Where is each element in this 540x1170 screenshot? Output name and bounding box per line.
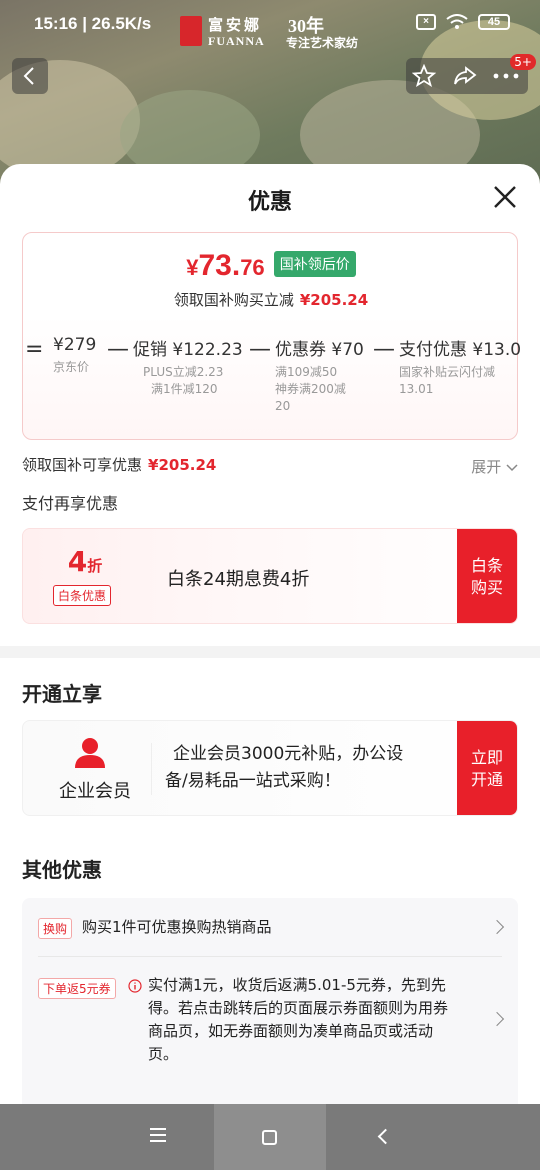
chevron-down-icon — [506, 464, 518, 472]
offer-tag: 下单返5元券 — [38, 978, 116, 999]
list-item[interactable]: 换购 购买1件可优惠换购热销商品 — [22, 916, 518, 956]
breakdown-note: 京东价 — [53, 360, 90, 374]
info-icon[interactable] — [128, 979, 142, 993]
chevron-right-icon — [489, 919, 505, 935]
section-divider — [0, 646, 540, 658]
breakdown-value: ¥279 — [53, 335, 97, 355]
breakdown-note: 13.01 — [399, 382, 434, 396]
price-card: ¥73.76 国补领后价 领取国补购买立减 ¥205.24 = ¥279 京东价 … — [22, 232, 521, 440]
subsidy-summary: 领取国补可享优惠 ¥205.24 — [22, 454, 216, 475]
chevron-right-icon — [489, 1011, 505, 1027]
enterprise-member-label: 企业会员 — [59, 781, 131, 802]
share-icon[interactable] — [452, 64, 478, 88]
expand-label: 展开 — [471, 458, 502, 476]
status-bar: 15:16 | 26.5K/s 富安娜 FUANNA 30年 专注艺术家纺 × … — [0, 0, 540, 50]
brand-name-cn: 富安娜 — [208, 17, 263, 34]
back-icon[interactable] — [377, 1128, 394, 1145]
expand-button[interactable]: 展开 — [471, 456, 518, 477]
price-breakdown: = ¥279 京东价 — 促销 ¥122.23 PLUS立减2.23 满1件减1… — [23, 333, 521, 433]
breakdown-value: 促销 ¥122.23 — [133, 340, 243, 360]
chevron-left-icon — [23, 67, 34, 85]
equals-sign: = — [25, 337, 44, 362]
breakdown-note: 神券满200减 — [275, 382, 346, 396]
battery-icon: 45 — [478, 14, 510, 30]
sim-off-icon: × — [416, 14, 436, 30]
status-time: 15:16 | 26.5K/s — [34, 14, 152, 33]
vertical-divider — [151, 743, 152, 795]
breakdown-value: 支付优惠 ¥13.0 — [399, 340, 522, 360]
other-section-title: 其他优惠 — [22, 858, 102, 882]
breakdown-note: 满1件减120 — [151, 382, 218, 396]
baitiao-buy-button[interactable]: 白条 购买 — [457, 529, 517, 623]
final-price-row: ¥73.76 国补领后价 — [23, 249, 519, 283]
open-now-button[interactable]: 立即 开通 — [457, 721, 517, 815]
baitiao-badge: 白条优惠 — [53, 585, 112, 606]
summary-amount: ¥205.24 — [148, 456, 217, 474]
pay-section-title: 支付再享优惠 — [22, 494, 119, 513]
back-button[interactable] — [12, 58, 48, 94]
subsidy-amount: ¥205.24 — [299, 291, 369, 309]
breakdown-item: 优惠券 ¥70 满109减50 神券满200减 20 — [275, 335, 364, 415]
enterprise-member-card: 企业会员 企业会员3000元补贴，办公设 备/易耗品一站式采购！ 立即 开通 — [22, 720, 518, 816]
breakdown-note: PLUS立减2.23 — [143, 365, 224, 379]
subsidy-row: 领取国补购买立减 ¥205.24 — [23, 289, 519, 310]
baitiao-discount: 4折 — [67, 545, 103, 578]
subsidy-text: 领取国补购买立减 — [173, 291, 294, 309]
list-item[interactable]: 下单返5元券 实付满1元，收货后返满5.01-5元券，先到先 得。若点击跳转后的… — [22, 974, 518, 1084]
system-nav-bar — [0, 1104, 540, 1170]
summary-text: 领取国补可享优惠 — [22, 456, 143, 474]
status-icons: × 45 — [416, 14, 510, 30]
breakdown-note: 20 — [275, 399, 291, 413]
item-divider — [38, 956, 502, 957]
brand-mark-icon — [180, 16, 202, 46]
breakdown-item: ¥279 京东价 — [53, 335, 96, 376]
sheet-title: 优惠 — [247, 190, 292, 215]
enterprise-member-text: 企业会员3000元补贴，办公设 备/易耗品一站式采购！ — [165, 744, 404, 791]
menu-icon[interactable] — [150, 1128, 166, 1142]
price-tag: 国补领后价 — [273, 251, 356, 277]
brand-name-en: FUANNA — [208, 34, 265, 48]
minus-sign: — — [107, 337, 129, 362]
offer-tag: 换购 — [38, 918, 73, 939]
baitiao-offer-card: 4折 白条优惠 白条24期息费4折 白条 购买 — [22, 528, 518, 624]
open-section-title: 开通立享 — [22, 682, 102, 706]
breakdown-value: 优惠券 ¥70 — [275, 340, 364, 360]
star-icon[interactable] — [412, 64, 436, 88]
minus-sign: — — [373, 337, 395, 362]
message-badge: 5+ — [510, 54, 536, 70]
wifi-icon — [446, 14, 468, 29]
brand-logo: 富安娜 FUANNA 30年 专注艺术家纺 — [180, 14, 360, 50]
breakdown-note: 满109减50 — [275, 365, 338, 379]
breakdown-item: 促销 ¥122.23 PLUS立减2.23 满1件减120 — [133, 335, 243, 398]
baitiao-text: 白条24期息费4折 — [167, 569, 310, 590]
close-icon[interactable] — [492, 184, 518, 210]
brand-slogan: 专注艺术家纺 — [286, 36, 359, 50]
discount-sheet: 优惠 ¥73.76 国补领后价 领取国补购买立减 ¥205.24 = ¥279 京… — [0, 164, 540, 1170]
offer-text: 实付满1元，收货后返满5.01-5元券，先到先 得。若点击跳转后的页面展示券面额… — [148, 976, 449, 1063]
minus-sign: — — [249, 337, 271, 362]
breakdown-note: 国家补贴云闪付减 — [399, 365, 496, 379]
breakdown-item: 支付优惠 ¥13.0 国家补贴云闪付减 13.01 — [399, 335, 521, 398]
offer-text: 购买1件可优惠换购热销商品 — [82, 918, 272, 936]
user-icon — [75, 738, 105, 768]
home-icon[interactable] — [262, 1130, 277, 1145]
final-price: ¥73.76 — [186, 249, 265, 282]
